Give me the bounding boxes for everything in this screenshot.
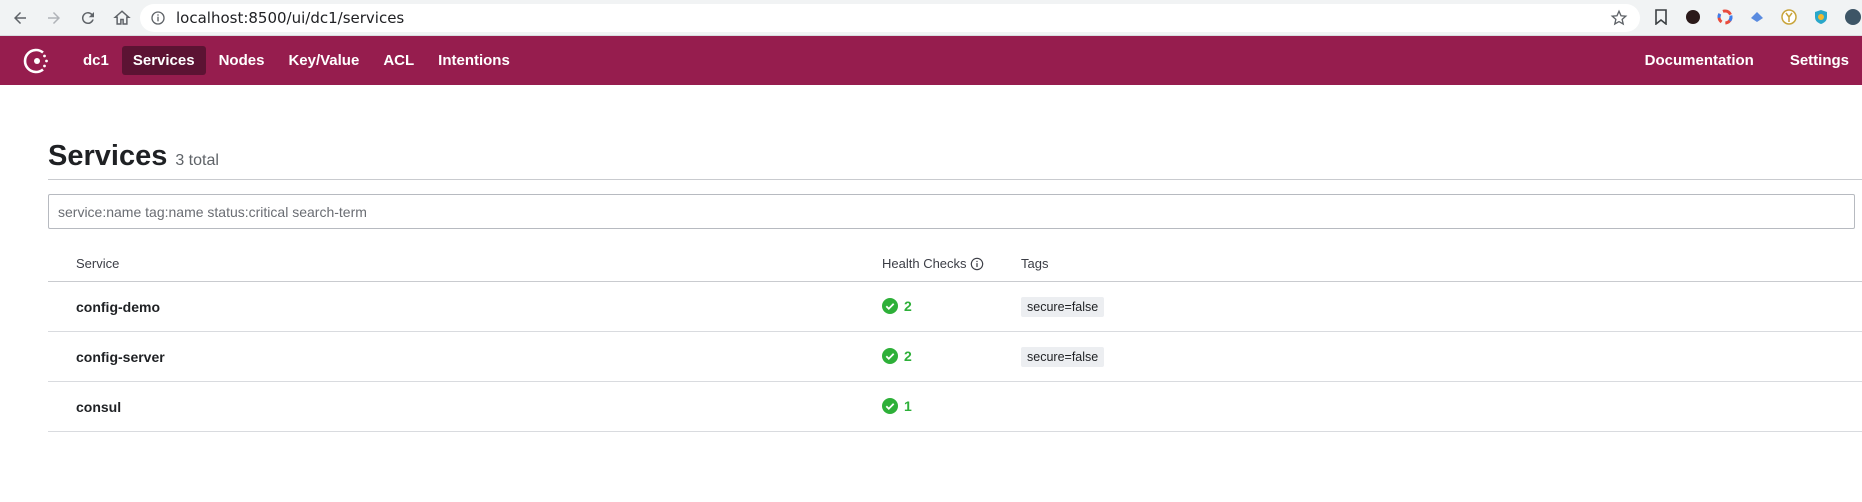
- info-icon: [151, 11, 165, 25]
- reload-icon: [81, 11, 94, 24]
- tag-badge: secure=false: [1021, 347, 1105, 367]
- page-heading: Services 3 total: [48, 140, 219, 173]
- table-row[interactable]: config-demo 2 secure=false: [48, 282, 1862, 332]
- reload-button[interactable]: [74, 4, 102, 32]
- check-circle-icon: [882, 398, 898, 414]
- table-row[interactable]: consul 1: [48, 382, 1862, 432]
- bookmark-icon: [1655, 9, 1667, 25]
- color-extension[interactable]: [1716, 8, 1734, 26]
- datacenter-selector[interactable]: dc1: [72, 46, 120, 75]
- y-badge-icon: [1781, 9, 1797, 25]
- search-input[interactable]: [48, 194, 1855, 229]
- health-checks: 2: [882, 348, 912, 364]
- home-icon: [113, 9, 131, 25]
- service-name-link[interactable]: config-demo: [76, 299, 160, 315]
- table-row[interactable]: config-server 2 secure=false: [48, 332, 1862, 382]
- column-header-tags: Tags: [1021, 256, 1049, 271]
- nav-intentions[interactable]: Intentions: [427, 46, 521, 75]
- service-name-link[interactable]: config-server: [76, 349, 165, 365]
- health-checks: 1: [882, 398, 912, 414]
- nav-services[interactable]: Services: [121, 46, 206, 75]
- table-header: Service Health Checks Tags: [48, 246, 1862, 282]
- color-wheel-icon: [1717, 9, 1733, 25]
- passing-count: 2: [904, 298, 912, 314]
- bookmark-extension[interactable]: [1652, 8, 1670, 26]
- address-bar[interactable]: localhost:8500/ui/dc1/services: [140, 4, 1640, 32]
- title-divider: [48, 179, 1862, 180]
- shield-extension[interactable]: [1812, 8, 1830, 26]
- secondary-nav: Documentation Settings: [1622, 36, 1862, 85]
- shield-icon: [1815, 10, 1827, 24]
- column-header-service: Service: [76, 256, 120, 271]
- back-arrow-icon: [14, 11, 26, 24]
- passing-count: 2: [904, 348, 912, 364]
- app-header: dc1 Services Nodes Key/Value ACL Intenti…: [0, 36, 1862, 85]
- extensions: [1652, 8, 1862, 26]
- forward-arrow-icon: [48, 11, 60, 24]
- column-header-health-label: Health Checks: [882, 256, 967, 271]
- main-nav: dc1 Services Nodes Key/Value ACL Intenti…: [72, 36, 523, 85]
- consul-logo-icon[interactable]: [22, 46, 52, 76]
- tag-badge: secure=false: [1021, 297, 1105, 317]
- home-button[interactable]: [108, 4, 136, 32]
- nav-acl[interactable]: ACL: [372, 46, 425, 75]
- info-icon[interactable]: [970, 257, 984, 271]
- url-text: localhost:8500/ui/dc1/services: [176, 9, 405, 27]
- page-title: Services: [48, 140, 168, 172]
- dark-circle-icon: [1686, 10, 1700, 24]
- check-circle-icon: [882, 298, 898, 314]
- nav-settings[interactable]: Settings: [1779, 46, 1860, 75]
- star-icon[interactable]: [1610, 9, 1628, 27]
- passing-count: 1: [904, 398, 912, 414]
- y-extension[interactable]: [1780, 8, 1798, 26]
- bird-extension[interactable]: [1748, 8, 1766, 26]
- profile-avatar[interactable]: [1844, 8, 1862, 26]
- column-header-health: Health Checks: [882, 256, 984, 271]
- check-circle-icon: [882, 348, 898, 364]
- dark-extension[interactable]: [1684, 8, 1702, 26]
- avatar-icon: [1845, 9, 1861, 25]
- total-count: 3 total: [175, 152, 219, 169]
- bird-icon: [1751, 12, 1763, 22]
- services-table: Service Health Checks Tags config-demo 2…: [48, 246, 1862, 432]
- nav-documentation[interactable]: Documentation: [1634, 46, 1765, 75]
- service-name-link[interactable]: consul: [76, 399, 121, 415]
- nav-nodes[interactable]: Nodes: [208, 46, 276, 75]
- health-checks: 2: [882, 298, 912, 314]
- browser-toolbar: localhost:8500/ui/dc1/services: [0, 0, 1862, 36]
- nav-key-value[interactable]: Key/Value: [277, 46, 370, 75]
- back-button[interactable]: [6, 4, 34, 32]
- forward-button[interactable]: [40, 4, 68, 32]
